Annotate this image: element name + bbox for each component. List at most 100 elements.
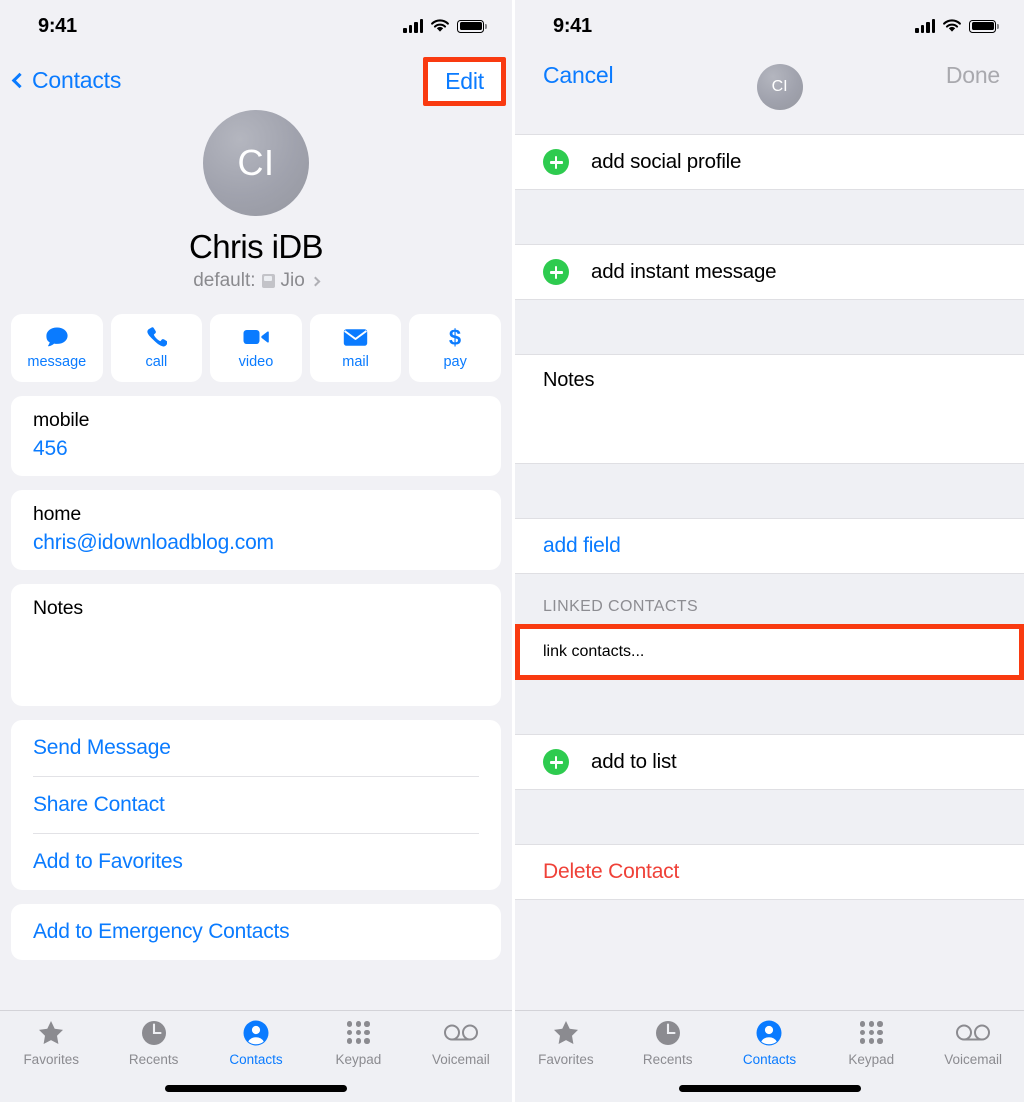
contact-detail-screen: 9:41 Contacts Edit CI Chris iDB default:… bbox=[0, 0, 512, 1102]
tab-bar: Favorites Recents Contacts Keypad Voicem… bbox=[515, 1010, 1024, 1102]
avatar[interactable]: CI bbox=[756, 64, 803, 110]
video-camera-icon bbox=[243, 326, 269, 348]
keypad-grid-icon bbox=[346, 1019, 370, 1046]
avatar[interactable]: CI bbox=[203, 110, 309, 216]
add-to-list-label: add to list bbox=[591, 750, 677, 773]
navigation-bar: Contacts Edit bbox=[0, 52, 512, 108]
share-contact-action[interactable]: Share Contact bbox=[33, 777, 479, 834]
voicemail-icon bbox=[956, 1019, 991, 1046]
quick-action-video[interactable]: video bbox=[210, 314, 302, 382]
svg-text:$: $ bbox=[449, 326, 461, 349]
status-bar-icons bbox=[403, 18, 487, 34]
emergency-contacts-card: Add to Emergency Contacts bbox=[11, 904, 501, 960]
person-circle-icon bbox=[756, 1019, 782, 1046]
contact-header: CI Chris iDB default: Jio bbox=[0, 108, 512, 292]
field-value[interactable]: 456 bbox=[33, 437, 479, 461]
tab-label: Recents bbox=[128, 1052, 179, 1067]
add-social-profile-label: add social profile bbox=[591, 150, 742, 173]
contact-actions-card: Send Message Share Contact Add to Favori… bbox=[11, 720, 501, 890]
sim-card-icon bbox=[261, 274, 275, 288]
add-field-row[interactable]: add field bbox=[515, 518, 1024, 574]
notes-card[interactable]: Notes bbox=[11, 584, 501, 706]
add-field-label: add field bbox=[543, 534, 621, 557]
notes-edit-field[interactable]: Notes bbox=[515, 354, 1024, 464]
quick-action-mail[interactable]: mail bbox=[309, 314, 402, 382]
tab-voicemail[interactable]: Voicemail bbox=[922, 1019, 1024, 1077]
field-card-home-email[interactable]: home chris@idownloadblog.com bbox=[11, 490, 501, 570]
add-instant-message-row[interactable]: add instant message bbox=[515, 244, 1024, 300]
contact-name: Chris iDB bbox=[189, 228, 324, 265]
dual-screenshot-comparison: 9:41 Contacts Edit CI Chris iDB default:… bbox=[0, 0, 1024, 1102]
section-spacer bbox=[515, 300, 1024, 354]
done-button[interactable]: Done bbox=[946, 62, 1000, 89]
field-label: mobile bbox=[33, 409, 90, 431]
plus-circle-icon bbox=[543, 259, 569, 285]
field-value[interactable]: chris@idownloadblog.com bbox=[33, 531, 479, 555]
home-indicator bbox=[678, 1085, 861, 1092]
tab-favorites[interactable]: Favorites bbox=[0, 1019, 102, 1077]
battery-full-icon bbox=[969, 19, 999, 33]
add-to-list-row[interactable]: add to list bbox=[515, 734, 1024, 790]
tab-voicemail[interactable]: Voicemail bbox=[410, 1019, 512, 1077]
tab-keypad[interactable]: Keypad bbox=[307, 1019, 409, 1077]
quick-action-pay[interactable]: $ pay bbox=[409, 314, 501, 382]
link-contacts-row[interactable]: link contacts... bbox=[515, 624, 1024, 680]
default-prefix-label: default: bbox=[193, 270, 256, 291]
status-bar-clock: 9:41 bbox=[553, 14, 592, 37]
tab-label: Favorites bbox=[538, 1052, 594, 1067]
edit-button[interactable]: Edit bbox=[423, 57, 506, 106]
envelope-icon bbox=[343, 326, 369, 348]
tab-label: Keypad bbox=[848, 1052, 895, 1067]
tab-label: Recents bbox=[642, 1052, 693, 1067]
quick-action-message[interactable]: message bbox=[11, 314, 103, 382]
status-bar: 9:41 bbox=[0, 0, 512, 52]
edit-navigation-bar: Cancel CI Done bbox=[515, 52, 1024, 134]
tab-favorites[interactable]: Favorites bbox=[515, 1019, 617, 1077]
quick-action-label: video bbox=[238, 354, 274, 370]
link-contacts-label: link contacts... bbox=[543, 643, 645, 660]
add-to-favorites-action[interactable]: Add to Favorites bbox=[33, 834, 479, 890]
person-circle-icon bbox=[243, 1019, 269, 1046]
battery-full-icon bbox=[457, 19, 487, 33]
tab-recents[interactable]: Recents bbox=[102, 1019, 204, 1077]
edit-button-label: Edit bbox=[445, 68, 484, 94]
back-button-label: Contacts bbox=[32, 66, 122, 93]
delete-contact-row[interactable]: Delete Contact bbox=[515, 844, 1024, 900]
tab-bar: Favorites Recents Contacts Keypad Voicem… bbox=[0, 1010, 512, 1102]
tab-label: Keypad bbox=[335, 1052, 382, 1067]
tab-contacts[interactable]: Contacts bbox=[719, 1019, 821, 1077]
add-social-profile-row[interactable]: add social profile bbox=[515, 134, 1024, 190]
tab-contacts[interactable]: Contacts bbox=[205, 1019, 307, 1077]
field-label: home bbox=[33, 503, 81, 525]
cellular-bars-icon bbox=[403, 19, 423, 33]
status-bar: 9:41 bbox=[515, 0, 1024, 52]
phone-handset-icon bbox=[143, 326, 169, 348]
section-spacer bbox=[515, 190, 1024, 244]
quick-action-call[interactable]: call bbox=[110, 314, 203, 382]
tab-label: Favorites bbox=[23, 1052, 79, 1067]
plus-circle-icon bbox=[543, 149, 569, 175]
quick-action-label: pay bbox=[443, 354, 467, 370]
section-spacer bbox=[515, 464, 1024, 518]
message-bubble-icon bbox=[44, 326, 70, 348]
back-to-contacts-button[interactable]: Contacts bbox=[11, 66, 122, 94]
send-message-action[interactable]: Send Message bbox=[33, 720, 479, 777]
tab-recents[interactable]: Recents bbox=[617, 1019, 719, 1077]
tab-keypad[interactable]: Keypad bbox=[820, 1019, 922, 1077]
contact-edit-screen: 9:41 Cancel CI Done add social profile a… bbox=[512, 0, 1024, 1102]
clock-icon bbox=[655, 1019, 681, 1046]
tab-label: Voicemail bbox=[431, 1052, 490, 1067]
add-to-emergency-contacts-action[interactable]: Add to Emergency Contacts bbox=[33, 904, 479, 960]
star-icon bbox=[38, 1019, 64, 1046]
cancel-button[interactable]: Cancel bbox=[543, 62, 614, 89]
chevron-left-icon bbox=[11, 72, 28, 88]
quick-action-label: mail bbox=[342, 354, 369, 370]
notes-label: Notes bbox=[543, 369, 595, 391]
default-line-label: Jio bbox=[280, 270, 305, 291]
dollar-sign-icon: $ bbox=[442, 326, 468, 349]
section-spacer bbox=[515, 680, 1024, 734]
field-card-mobile[interactable]: mobile 456 bbox=[11, 396, 501, 476]
wifi-icon bbox=[431, 18, 449, 32]
status-bar-icons bbox=[915, 18, 999, 34]
default-line-row[interactable]: default: Jio bbox=[0, 270, 512, 292]
